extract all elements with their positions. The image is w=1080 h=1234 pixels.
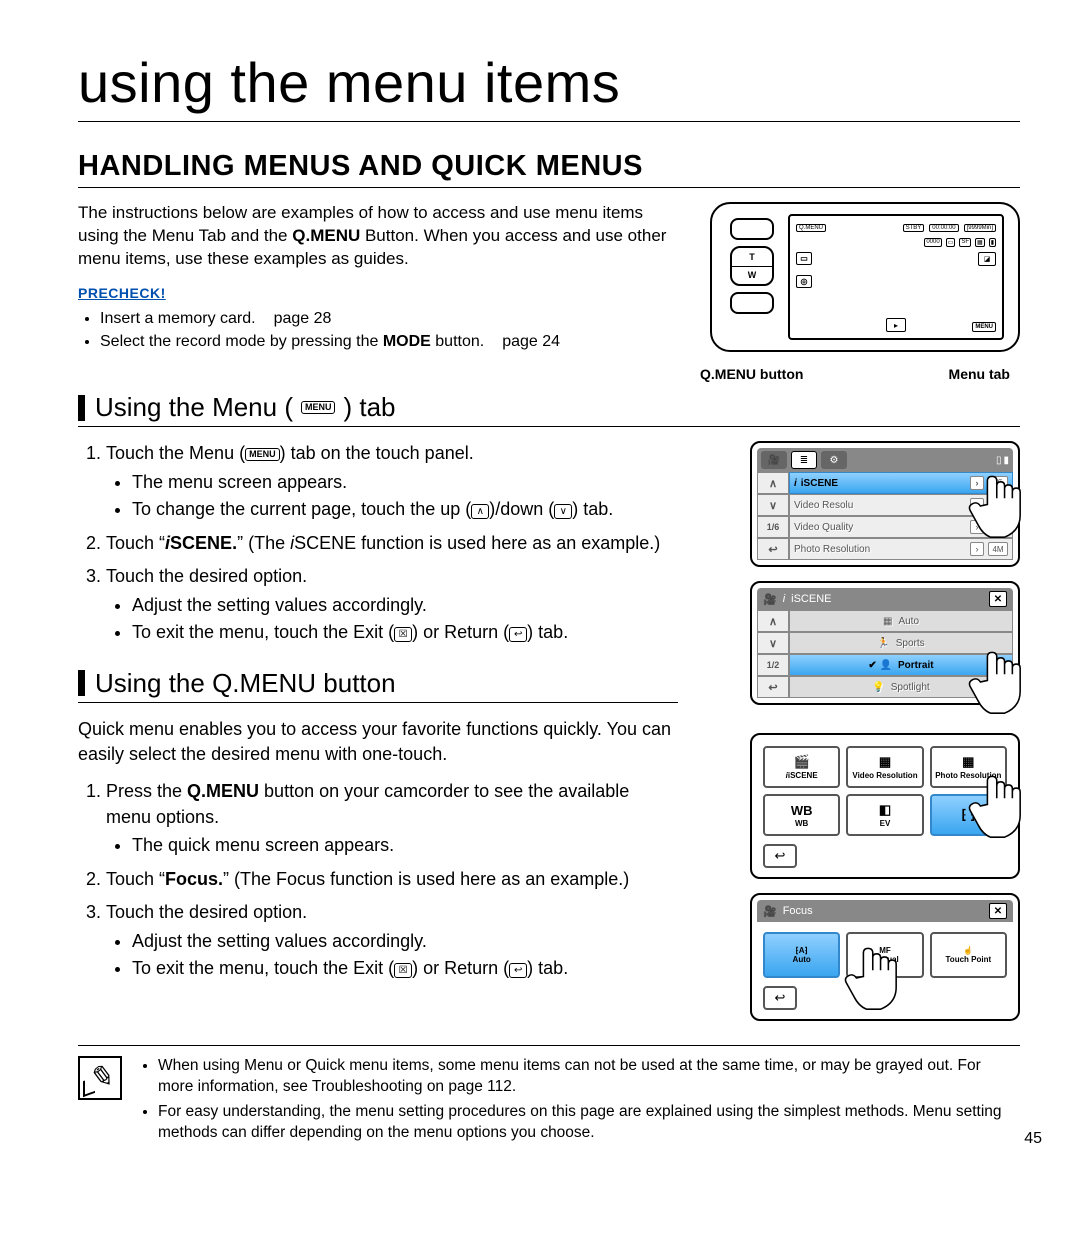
close-button[interactable]: ✕ [989, 591, 1007, 607]
right-tab: ◪ [978, 252, 996, 266]
menu-tab-graphic: MENU [972, 322, 996, 332]
qmenu-video-res[interactable]: ▦Video Resolution [846, 746, 923, 788]
tab-menu-icon: ≣ [791, 451, 817, 469]
up-icon: ∧ [471, 504, 489, 519]
menu-tab-steps: Touch the Menu (MENU) tab on the touch p… [78, 441, 678, 646]
close-button[interactable]: ✕ [989, 903, 1007, 919]
down-button[interactable]: ∨ [757, 632, 789, 654]
touch-hand-icon [964, 767, 1042, 845]
menu-list-screen: 🎥 ≣ ⚙ ▯▮ ∧ ∨ 1/6 ↩ iiSCENE›🎬 Video [750, 441, 1020, 567]
zoom-rocker-graphic: TW [730, 246, 774, 286]
qmenu-grid-screen: 🎬iiSCENE ▦Video Resolution ▦Photo Resolu… [750, 733, 1020, 879]
iscene-options-screen: 🎥iiSCENE✕ ∧ ∨ 1/2 ↩ ▦Auto 🏃Sports ✔ 👤Por… [750, 581, 1020, 705]
page-title: using the menu items [78, 50, 1020, 122]
return-icon: ↩ [509, 627, 527, 642]
intro-text: The instructions below are examples of h… [78, 202, 678, 271]
return-button[interactable]: ↩ [757, 538, 789, 560]
menu-tab-label: Menu tab [949, 366, 1010, 382]
up-button[interactable]: ∧ [757, 610, 789, 632]
qmenu-intro: Quick menu enables you to access your fa… [78, 717, 678, 767]
down-icon: ∨ [554, 504, 572, 519]
tab-video-icon: 🎥 [761, 451, 787, 469]
qmenu-wb[interactable]: WBWB [763, 794, 840, 836]
up-button[interactable]: ∧ [757, 472, 789, 494]
left-tab-2: ◎ [796, 275, 812, 288]
qmenu-ev[interactable]: ◧EV [846, 794, 923, 836]
camcorder-lcd: Q.MENU STBY00:00:00[9999Min] 0000▭SF▦▮ ▭… [788, 214, 1004, 340]
exit-icon: ☒ [394, 627, 412, 642]
page-number: 45 [1024, 1130, 1042, 1148]
precheck-list: Insert a memory card.page 28 Select the … [78, 307, 678, 353]
pager-indicator: 1/2 [757, 654, 789, 676]
qmenu-button-label: Q.MENU button [700, 366, 820, 382]
return-button[interactable]: ↩ [757, 676, 789, 698]
section-title: HANDLING MENUS AND QUICK MENUS [78, 150, 1020, 188]
menu-chip-icon: MENU [301, 401, 336, 414]
down-button[interactable]: ∨ [757, 494, 789, 516]
note-icon: ✎ [78, 1056, 122, 1100]
menu-chip-icon: MENU [245, 448, 280, 461]
touch-hand-icon [964, 467, 1042, 545]
precheck-label: PRECHECK! [78, 285, 678, 301]
return-button[interactable]: ↩ [763, 844, 797, 868]
qmenu-iscene[interactable]: 🎬iiSCENE [763, 746, 840, 788]
focus-auto[interactable]: ⁅A⁆Auto [763, 932, 840, 978]
tab-settings-icon: ⚙ [821, 451, 847, 469]
touch-hand-icon [840, 939, 918, 1017]
return-button[interactable]: ↩ [763, 986, 797, 1010]
touch-hand-icon [964, 643, 1042, 721]
return-icon: ↩ [509, 963, 527, 978]
focus-touch-point[interactable]: ☝Touch Point [930, 932, 1007, 978]
left-tab-1: ▭ [796, 252, 812, 265]
play-tab: ▸ [886, 318, 906, 332]
camcorder-illustration: TW Q.MENU STBY00:00:00[9999Min] 0000▭SF▦… [710, 202, 1020, 352]
mode-button-graphic [730, 292, 774, 314]
qmenu-indicator: Q.MENU [796, 224, 826, 232]
notes-box: ✎ When using Menu or Quick menu items, s… [78, 1045, 1020, 1148]
iscene-auto[interactable]: ▦Auto [789, 610, 1013, 632]
qmenu-steps: Press the Q.MENU button on your camcorde… [78, 779, 678, 982]
sub-heading-menu-tab: Using the Menu (MENU) tab [78, 392, 1020, 427]
sub-heading-qmenu: Using the Q.MENU button [78, 668, 678, 703]
focus-options-screen: 🎥Focus✕ ⁅A⁆Auto MFManual ☝Touch Point ↩ [750, 893, 1020, 1021]
exit-icon: ☒ [394, 963, 412, 978]
qmenu-button-graphic [730, 218, 774, 240]
pager-indicator: 1/6 [757, 516, 789, 538]
